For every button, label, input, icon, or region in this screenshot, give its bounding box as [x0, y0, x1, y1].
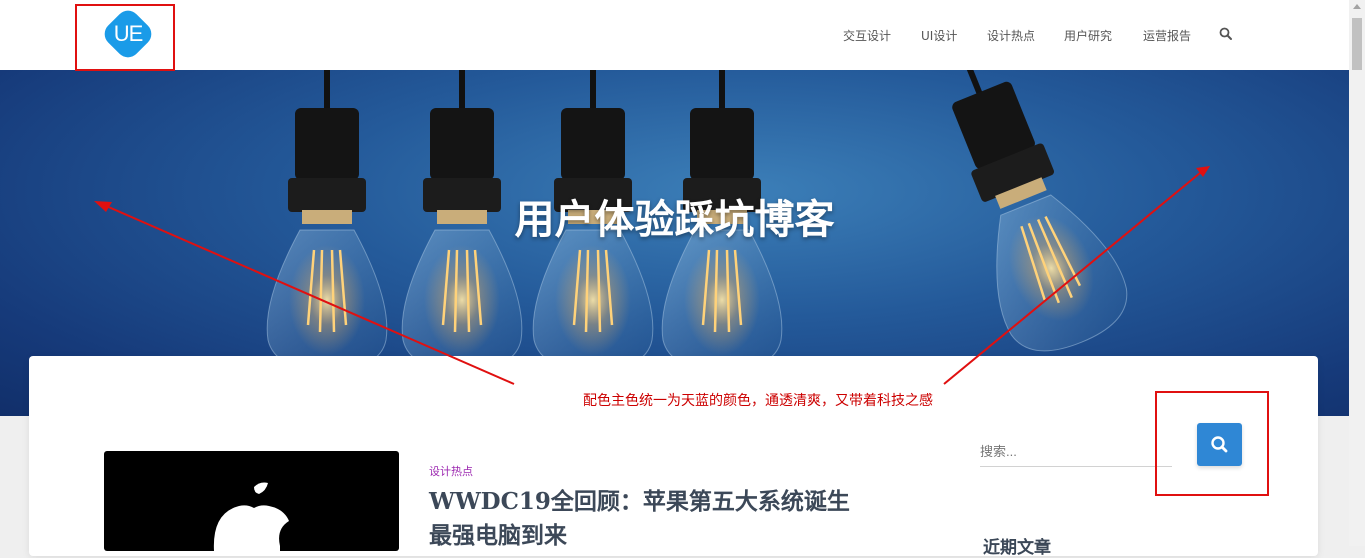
annotation-box-logo — [75, 4, 175, 71]
apple-logo-icon — [213, 482, 289, 551]
nav-item-interaction-design[interactable]: 交互设计 — [843, 27, 891, 44]
nav-item-design-hot[interactable]: 设计热点 — [987, 27, 1035, 44]
article-title[interactable]: WWDC19全回顾：苹果第五大系统诞生 最强电脑到来 — [429, 485, 869, 553]
nav-item-user-research[interactable]: 用户研究 — [1064, 27, 1112, 44]
search-icon[interactable] — [1219, 26, 1233, 40]
article-thumbnail[interactable] — [104, 451, 399, 551]
annotation-box-search — [1155, 391, 1269, 496]
scroll-up-arrow-icon[interactable] — [1353, 4, 1361, 9]
site-header: UE 交互设计 UI设计 设计热点 用户研究 运营报告 — [0, 0, 1349, 70]
article-category[interactable]: 设计热点 — [429, 463, 473, 479]
nav-item-operation-report[interactable]: 运营报告 — [1143, 27, 1191, 44]
search-input[interactable] — [980, 437, 1172, 467]
scroll-thumb[interactable] — [1352, 18, 1362, 70]
hero-title: 用户体验踩坑博客 — [514, 197, 835, 243]
scrollbar[interactable] — [1349, 0, 1365, 546]
annotation-note: 配色主色统一为天蓝的颜色，通透清爽，又带着科技之感 — [583, 393, 933, 409]
nav-item-ui-design[interactable]: UI设计 — [921, 27, 957, 44]
